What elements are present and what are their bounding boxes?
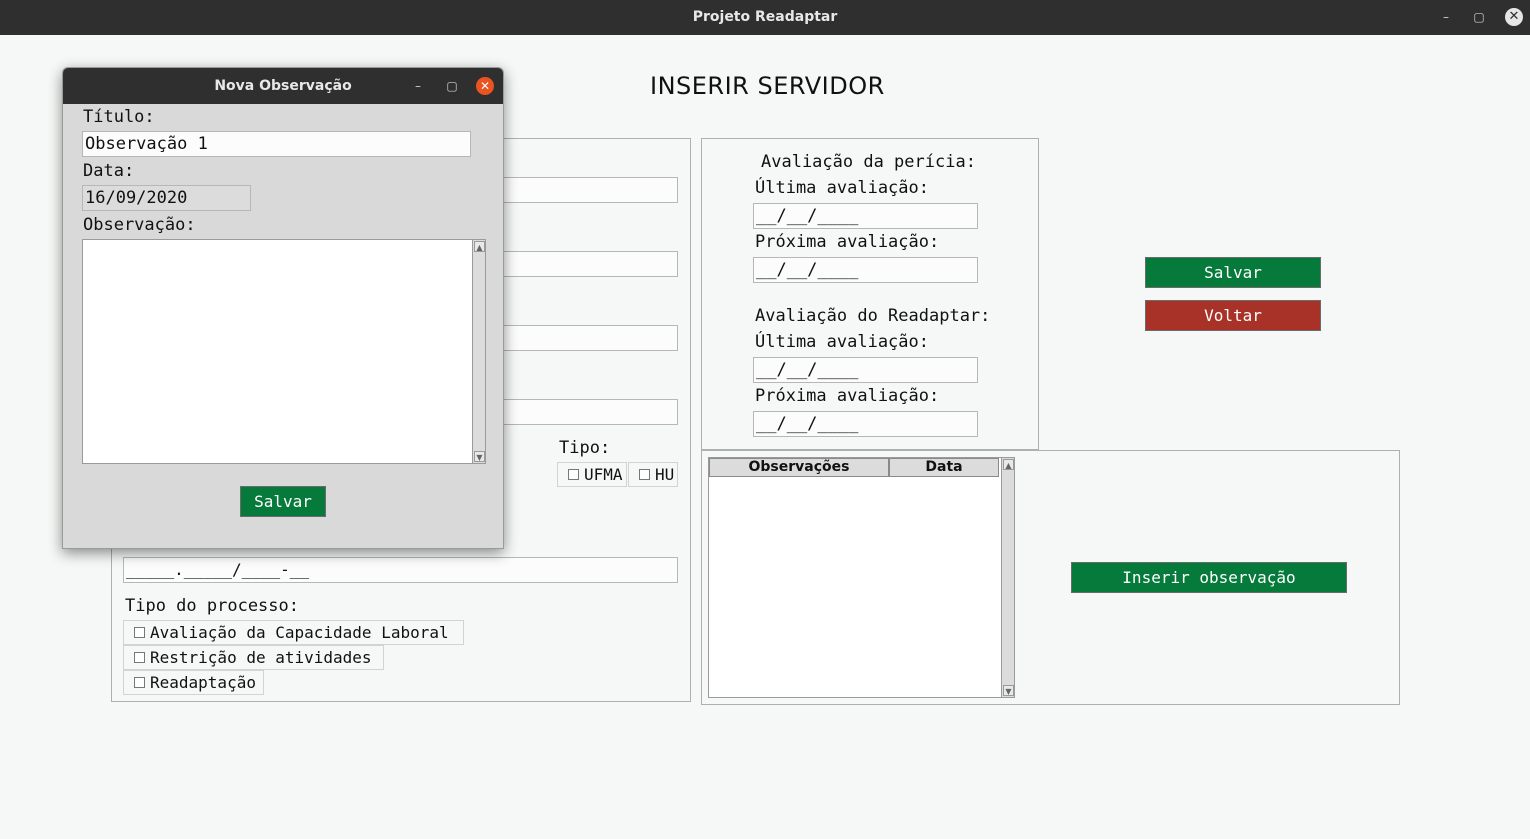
pericia-ultima-date-field[interactable]: __/__/____ [753, 203, 978, 229]
titulo-input[interactable]: Observação 1 [82, 131, 471, 157]
back-button[interactable]: Voltar [1145, 300, 1321, 331]
tipo-ufma-checkbox[interactable]: UFMA [557, 462, 627, 487]
observations-scrollbar[interactable]: ▲ ▼ [1001, 458, 1014, 697]
scroll-down-arrow-icon[interactable]: ▼ [1003, 685, 1014, 696]
dialog-save-button[interactable]: Salvar [240, 486, 326, 517]
insert-observation-button[interactable]: Inserir observação [1071, 562, 1347, 593]
minimize-icon[interactable]: – [1437, 8, 1455, 26]
dialog-title-bar: Nova Observação – ▢ ✕ [63, 68, 503, 104]
form-field-2[interactable] [500, 251, 678, 277]
readaptar-title: Avaliação do Readaptar: [755, 306, 991, 326]
dialog-close-icon[interactable]: ✕ [476, 77, 494, 95]
pericia-proxima-date-field[interactable]: __/__/____ [753, 257, 978, 283]
scroll-down-arrow-icon[interactable]: ▼ [474, 451, 485, 462]
checkbox-box-icon [568, 469, 579, 480]
process-number-field[interactable]: _____._____/____-__ [123, 557, 678, 583]
form-field-3[interactable] [500, 325, 678, 351]
dialog-title: Nova Observação [214, 78, 352, 94]
pericia-proxima-label: Próxima avaliação: [755, 232, 940, 252]
form-field-4[interactable] [500, 399, 678, 425]
data-input: 16/09/2020 [82, 185, 251, 211]
readaptar-proxima-date-field[interactable]: __/__/____ [753, 411, 978, 437]
readaptar-proxima-label: Próxima avaliação: [755, 386, 940, 406]
observacao-scrollbar[interactable]: ▲ ▼ [472, 240, 485, 463]
dialog-maximize-icon[interactable]: ▢ [443, 77, 461, 95]
tipo-label: Tipo: [559, 438, 611, 458]
scroll-up-arrow-icon[interactable]: ▲ [1003, 459, 1014, 470]
observations-table[interactable]: Observações Data ▲ ▼ [708, 457, 1015, 698]
processo-capacidade-checkbox[interactable]: Avaliação da Capacidade Laboral [123, 620, 464, 645]
checkbox-box-icon [639, 469, 650, 480]
close-icon[interactable]: ✕ [1505, 8, 1523, 26]
checkbox-box-icon [134, 627, 145, 638]
scroll-up-arrow-icon[interactable]: ▲ [474, 241, 485, 252]
page-title: INSERIR SERVIDOR [650, 72, 885, 100]
tipo-hu-checkbox[interactable]: HU [628, 462, 678, 487]
window-title-bar: Projeto Readaptar – ▢ ✕ [0, 0, 1530, 35]
dialog-minimize-icon[interactable]: – [409, 77, 427, 95]
titulo-label: Título: [83, 107, 155, 127]
form-field-1[interactable] [500, 177, 678, 203]
readaptar-ultima-date-field[interactable]: __/__/____ [753, 357, 978, 383]
checkbox-box-icon [134, 677, 145, 688]
processo-readaptacao-checkbox[interactable]: Readaptação [123, 670, 264, 695]
tipo-processo-label: Tipo do processo: [125, 596, 299, 616]
maximize-icon[interactable]: ▢ [1470, 8, 1488, 26]
column-header-observacoes[interactable]: Observações [709, 458, 889, 477]
readaptar-ultima-label: Última avaliação: [755, 332, 929, 352]
pericia-title: Avaliação da perícia: [761, 152, 976, 172]
column-header-data[interactable]: Data [889, 458, 999, 477]
checkbox-box-icon [134, 652, 145, 663]
new-observation-dialog: Nova Observação – ▢ ✕ Título: Observação… [62, 67, 504, 549]
observacao-label: Observação: [83, 215, 196, 235]
observacao-textarea[interactable] [82, 239, 486, 464]
data-label: Data: [83, 161, 135, 181]
pericia-ultima-label: Última avaliação: [755, 178, 929, 198]
window-title: Projeto Readaptar [692, 9, 838, 25]
processo-restricao-checkbox[interactable]: Restrição de atividades [123, 645, 384, 670]
save-button[interactable]: Salvar [1145, 257, 1321, 288]
